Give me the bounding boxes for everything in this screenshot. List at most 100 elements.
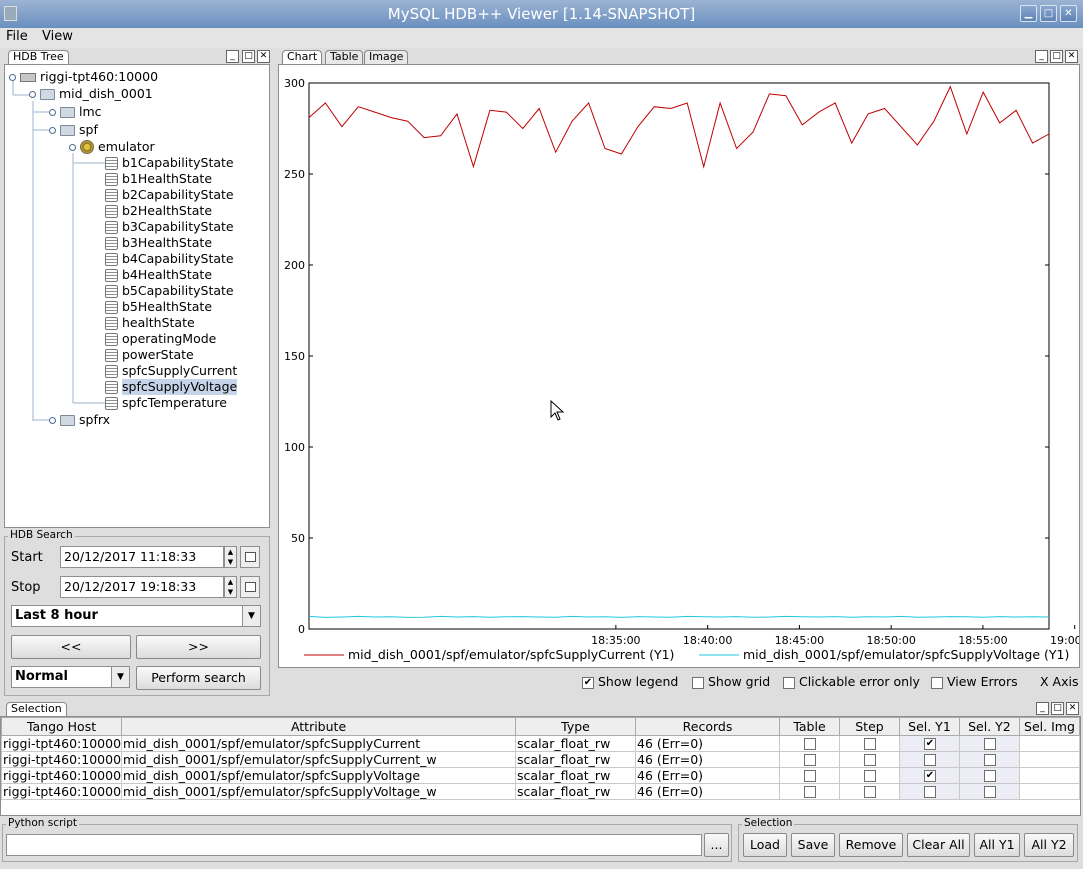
stop-date-field[interactable]: 20/12/2017 19:18:33 xyxy=(60,576,224,598)
python-script-input[interactable] xyxy=(6,834,702,856)
table-checkbox[interactable] xyxy=(803,786,816,798)
clear-all-button[interactable]: Clear All xyxy=(907,833,970,857)
chart-area[interactable]: 0 50 100 150 200 250 300 18:35:00 18:40:00 18:45… xyxy=(278,64,1080,668)
tab-image[interactable]: Image xyxy=(364,50,409,64)
header-table[interactable]: Table xyxy=(779,717,840,736)
clickable-error-option[interactable]: Clickable error only xyxy=(783,674,920,689)
x-axis-button[interactable]: X Axis xyxy=(1040,674,1078,689)
start-date-field[interactable]: 20/12/2017 11:18:33 xyxy=(60,546,224,568)
step-checkbox[interactable] xyxy=(863,770,876,782)
sel-y1-checkbox[interactable]: ✔ xyxy=(923,770,936,782)
tree-attr-item[interactable]: healthState xyxy=(105,315,195,331)
tree-attr-item[interactable]: operatingMode xyxy=(105,331,216,347)
start-spinner[interactable]: ▲ ▼ xyxy=(224,546,237,568)
remove-button[interactable]: Remove xyxy=(839,833,903,857)
header-sel-y1[interactable]: Sel. Y1 xyxy=(898,717,960,736)
save-button[interactable]: Save xyxy=(791,833,835,857)
sel-y2-checkbox[interactable] xyxy=(983,770,996,782)
show-legend-option[interactable]: ✔ Show legend xyxy=(582,674,678,689)
panel-close-icon[interactable]: ✕ xyxy=(1065,50,1078,63)
expand-toggle-icon[interactable] xyxy=(29,90,36,98)
tree-attr-item[interactable]: b2HealthState xyxy=(105,203,212,219)
tree-attr-item[interactable]: b1CapabilityState xyxy=(105,155,234,171)
tree-attr-item[interactable]: b2CapabilityState xyxy=(105,187,234,203)
panel-minimize-icon[interactable]: _ xyxy=(1036,702,1049,715)
header-tango-host[interactable]: Tango Host xyxy=(1,717,123,736)
table-row[interactable]: riggi-tpt460:10000 mid_dish_0001/spf/emu… xyxy=(1,767,1080,784)
tab-hdb-tree[interactable]: HDB Tree xyxy=(8,50,69,64)
step-checkbox[interactable] xyxy=(863,754,876,766)
header-sel-img[interactable]: Sel. Img xyxy=(1018,717,1080,736)
expand-toggle-icon[interactable] xyxy=(49,108,56,116)
tree-attr-item[interactable]: b4HealthState xyxy=(105,267,212,283)
stop-spinner[interactable]: ▲ ▼ xyxy=(224,576,237,598)
perform-search-button[interactable]: Perform search xyxy=(136,666,261,690)
sel-img-cell[interactable] xyxy=(1018,735,1080,752)
step-checkbox[interactable] xyxy=(863,738,876,750)
all-y1-button[interactable]: All Y1 xyxy=(974,833,1020,857)
sel-y1-checkbox[interactable]: ✔ xyxy=(923,738,936,750)
expand-toggle-icon[interactable] xyxy=(49,126,56,134)
minimize-icon[interactable]: ▁ xyxy=(1020,5,1037,22)
tree-attr-item[interactable]: b5CapabilityState xyxy=(105,283,234,299)
table-row[interactable]: riggi-tpt460:10000 mid_dish_0001/spf/emu… xyxy=(1,751,1080,768)
sel-y2-checkbox[interactable] xyxy=(983,786,996,798)
maximize-icon[interactable]: □ xyxy=(1040,5,1057,22)
tree-attr-item-selected[interactable]: spfcSupplyVoltage xyxy=(105,379,238,395)
tree-node-spf[interactable]: spf xyxy=(49,122,98,138)
browse-script-button[interactable]: ... xyxy=(704,833,729,857)
stop-calendar-icon[interactable] xyxy=(240,576,260,598)
tab-chart[interactable]: Chart xyxy=(282,50,323,64)
table-checkbox[interactable] xyxy=(803,754,816,766)
menu-view[interactable]: View xyxy=(42,29,73,44)
panel-close-icon[interactable]: ✕ xyxy=(257,50,270,63)
header-type[interactable]: Type xyxy=(515,717,637,736)
search-mode-select[interactable]: Normal ▼ xyxy=(11,666,130,688)
tree-node-dish[interactable]: mid_dish_0001 xyxy=(29,86,153,102)
show-grid-option[interactable]: Show grid xyxy=(692,674,770,689)
sel-img-cell[interactable] xyxy=(1018,767,1080,784)
sel-y2-checkbox[interactable] xyxy=(983,738,996,750)
expand-toggle-icon[interactable] xyxy=(69,143,76,151)
step-checkbox[interactable] xyxy=(863,786,876,798)
view-errors-checkbox[interactable] xyxy=(931,676,943,689)
expand-toggle-icon[interactable] xyxy=(49,416,56,424)
show-legend-checkbox[interactable]: ✔ xyxy=(582,676,594,689)
sel-y1-checkbox[interactable] xyxy=(923,786,936,798)
sel-img-cell[interactable] xyxy=(1018,783,1080,800)
header-sel-y2[interactable]: Sel. Y2 xyxy=(958,717,1020,736)
header-step[interactable]: Step xyxy=(838,717,900,736)
table-checkbox[interactable] xyxy=(803,738,816,750)
tab-selection[interactable]: Selection xyxy=(6,702,67,716)
tree-node-lmc[interactable]: lmc xyxy=(49,104,102,120)
panel-maximize-icon[interactable]: □ xyxy=(1050,50,1063,63)
tree-attr-item[interactable]: spfcSupplyCurrent xyxy=(105,363,237,379)
sel-y2-checkbox[interactable] xyxy=(983,754,996,766)
header-records[interactable]: Records xyxy=(635,717,780,736)
sel-img-cell[interactable] xyxy=(1018,751,1080,768)
view-errors-option[interactable]: View Errors xyxy=(931,674,1018,689)
all-y2-button[interactable]: All Y2 xyxy=(1024,833,1074,857)
table-checkbox[interactable] xyxy=(803,770,816,782)
panel-minimize-icon[interactable]: _ xyxy=(226,50,239,63)
table-row[interactable]: riggi-tpt460:10000 mid_dish_0001/spf/emu… xyxy=(1,783,1080,800)
series-line-current[interactable] xyxy=(308,85,1050,169)
close-icon[interactable]: ✕ xyxy=(1060,5,1077,22)
line-chart[interactable]: 0 50 100 150 200 250 300 18:35:00 18:40:00 18:45… xyxy=(279,65,1079,667)
hdb-tree[interactable]: riggi-tpt460:10000 mid_dish_0001 lmc spf… xyxy=(4,64,270,528)
menu-file[interactable]: File xyxy=(6,29,28,44)
tree-attr-item[interactable]: b3CapabilityState xyxy=(105,219,234,235)
tree-attr-item[interactable]: b3HealthState xyxy=(105,235,212,251)
tree-attr-item[interactable]: b1HealthState xyxy=(105,171,212,187)
tree-attr-item[interactable]: b5HealthState xyxy=(105,299,212,315)
tree-node-spfrx[interactable]: spfrx xyxy=(49,412,110,428)
next-range-button[interactable]: >> xyxy=(136,635,261,659)
panel-maximize-icon[interactable]: □ xyxy=(1051,702,1064,715)
panel-close-icon[interactable]: ✕ xyxy=(1066,702,1079,715)
table-row[interactable]: riggi-tpt460:10000 mid_dish_0001/spf/emu… xyxy=(1,735,1080,752)
tab-table[interactable]: Table xyxy=(325,50,364,64)
tree-node-emulator[interactable]: emulator xyxy=(69,139,155,155)
start-calendar-icon[interactable] xyxy=(240,546,260,568)
show-grid-checkbox[interactable] xyxy=(692,676,704,689)
panel-minimize-icon[interactable]: _ xyxy=(1035,50,1048,63)
